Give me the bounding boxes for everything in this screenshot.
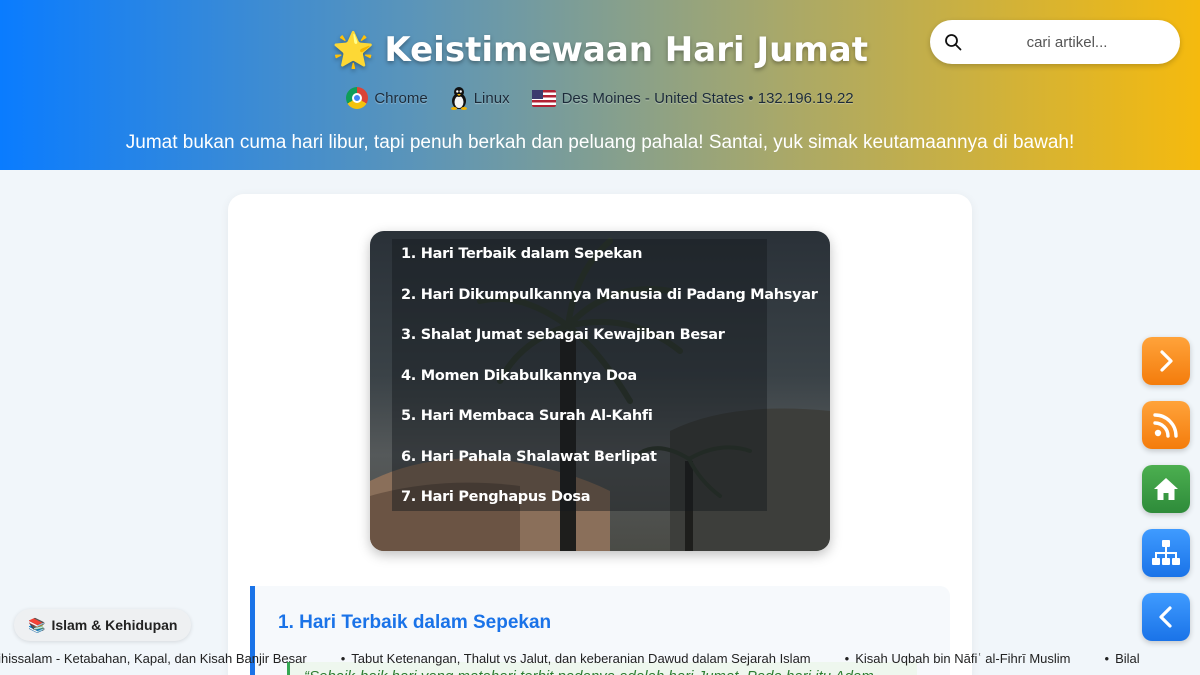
page-tagline: Jumat bukan cuma hari libur, tapi penuh … — [125, 132, 1075, 153]
rss-icon — [1153, 413, 1178, 438]
sitemap-icon — [1152, 540, 1180, 565]
next-article-button[interactable] — [1142, 337, 1190, 385]
search-icon — [945, 34, 962, 51]
rss-feed-button[interactable] — [1142, 401, 1190, 449]
browser-label: Chrome — [374, 89, 428, 107]
home-icon — [1154, 478, 1178, 500]
hero-list-item: 5. Hari Membaca Surah Al-Kahfi — [401, 408, 653, 424]
hero-feature-list: 1. Hari Terbaik dalam Sepekan 2. Hari Di… — [392, 239, 818, 511]
os-info: Linux — [450, 86, 510, 110]
location-info: Des Moines - United States • 132.196.19.… — [531, 89, 854, 107]
news-ticker: laihissalam - Ketabahan, Kapal, dan Kisa… — [0, 648, 1200, 670]
browser-info: Chrome — [346, 87, 428, 109]
ticker-item[interactable]: • Kisah Uqbah bin Nāfiʿ al-Fihrī Muslim — [845, 651, 1071, 666]
chevron-left-icon — [1159, 606, 1172, 628]
linux-icon — [450, 87, 467, 110]
os-label: Linux — [473, 89, 510, 107]
search-input[interactable] — [972, 33, 1162, 51]
hero-image: 1. Hari Terbaik dalam Sepekan 2. Hari Di… — [370, 231, 830, 551]
category-label: Islam & Kehidupan — [51, 617, 178, 633]
hero-list-item: 7. Hari Penghapus Dosa — [401, 489, 591, 505]
category-badge[interactable]: 📚 Islam & Kehidupan — [14, 609, 192, 641]
books-icon: 📚 — [28, 616, 46, 633]
article-card: 1. Hari Terbaik dalam Sepekan 2. Hari Di… — [228, 194, 972, 675]
section-heading: 1. Hari Terbaik dalam Sepekan — [278, 612, 552, 633]
hero-list-item: 6. Hari Pahala Shalawat Berlipat — [401, 448, 657, 465]
hero-list-item: 1. Hari Terbaik dalam Sepekan — [401, 246, 643, 262]
page-title-text: Keistimewaan Hari Jumat — [384, 30, 868, 70]
search-box[interactable] — [930, 20, 1180, 64]
previous-article-button[interactable] — [1142, 593, 1190, 641]
ticker-item[interactable]: • Bilal — [1105, 651, 1140, 666]
location-label: Des Moines - United States • 132.196.19.… — [561, 89, 854, 107]
ticker-item[interactable]: laihissalam - Ketabahan, Kapal, dan Kisa… — [0, 651, 307, 666]
us-flag-icon — [531, 89, 556, 107]
hero-list-item: 2. Hari Dikumpulkannya Manusia di Padang… — [401, 286, 818, 303]
sitemap-button[interactable] — [1142, 529, 1190, 577]
chevron-right-icon — [1160, 350, 1173, 372]
ticker-item[interactable]: • Tabut Ketenangan, Thalut vs Jalut, dan … — [341, 651, 811, 666]
star-icon: 🌟 — [332, 30, 375, 70]
visitor-info: Chrome Linux Des Moines - United States … — [0, 86, 1200, 110]
chrome-icon — [346, 87, 369, 109]
hero-list-item: 4. Momen Dikabulkannya Doa — [401, 367, 637, 384]
hero-list-item: 3. Shalat Jumat sebagai Kewajiban Besar — [401, 327, 725, 343]
home-button[interactable] — [1142, 465, 1190, 513]
